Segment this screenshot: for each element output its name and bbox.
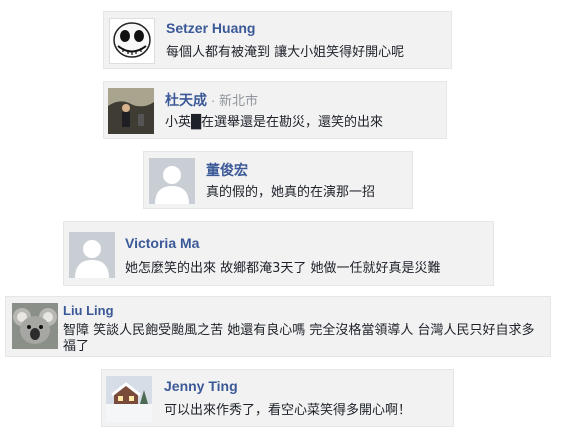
commenter-name[interactable]: Liu Ling <box>63 303 114 318</box>
commenter-name[interactable]: 杜天成 · 新北市 <box>165 90 258 110</box>
comment-card: Jenny Ting 可以出來作秀了，看空心菜笑得多開心啊！ <box>101 369 454 427</box>
comment-card: Setzer Huang 每個人都有被淹到 讓大小姐笑得好開心呢 <box>103 11 452 69</box>
comment-text: 小英█在選舉還是在勘災，還笑的出來 <box>165 115 383 130</box>
commenter-name[interactable]: Victoria Ma <box>125 235 199 251</box>
commenter-name[interactable]: Jenny Ting <box>164 378 238 394</box>
default-silhouette-avatar[interactable] <box>149 158 195 204</box>
comment-card: 董俊宏 真的假的，她真的在演那一招 <box>143 151 413 209</box>
commenter-name[interactable]: Setzer Huang <box>166 20 255 36</box>
comment-card: 杜天成 · 新北市 小英█在選舉還是在勘災，還笑的出來 <box>103 81 447 139</box>
koala-avatar[interactable] <box>12 303 58 349</box>
comment-card: Liu Ling 智障 笑談人民飽受颱風之苦 她還有良心嗎 完全沒格當領導人 台… <box>5 296 551 357</box>
comment-text: 智障 笑談人民飽受颱風之苦 她還有良心嗎 完全沒格當領導人 台灣人民只好自求多福… <box>63 323 535 354</box>
comment-text: 真的假的，她真的在演那一招 <box>206 185 376 200</box>
snowy-house-avatar[interactable] <box>106 376 152 422</box>
commenter-name-text[interactable]: 杜天成 <box>165 92 207 108</box>
person-photo-avatar[interactable] <box>108 88 154 134</box>
skull-face-avatar[interactable] <box>109 18 155 64</box>
default-silhouette-avatar[interactable] <box>69 232 115 278</box>
commenter-location: · 新北市 <box>211 93 258 108</box>
comment-text: 她怎麼笑的出來 故鄉都淹3天了 她做一任就好真是災難 <box>125 261 441 276</box>
comment-card: Victoria Ma 她怎麼笑的出來 故鄉都淹3天了 她做一任就好真是災難 <box>63 221 494 286</box>
comment-text: 可以出來作秀了，看空心菜笑得多開心啊！ <box>164 403 412 418</box>
comment-text: 每個人都有被淹到 讓大小姐笑得好開心呢 <box>166 45 405 60</box>
commenter-name[interactable]: 董俊宏 <box>206 160 248 180</box>
